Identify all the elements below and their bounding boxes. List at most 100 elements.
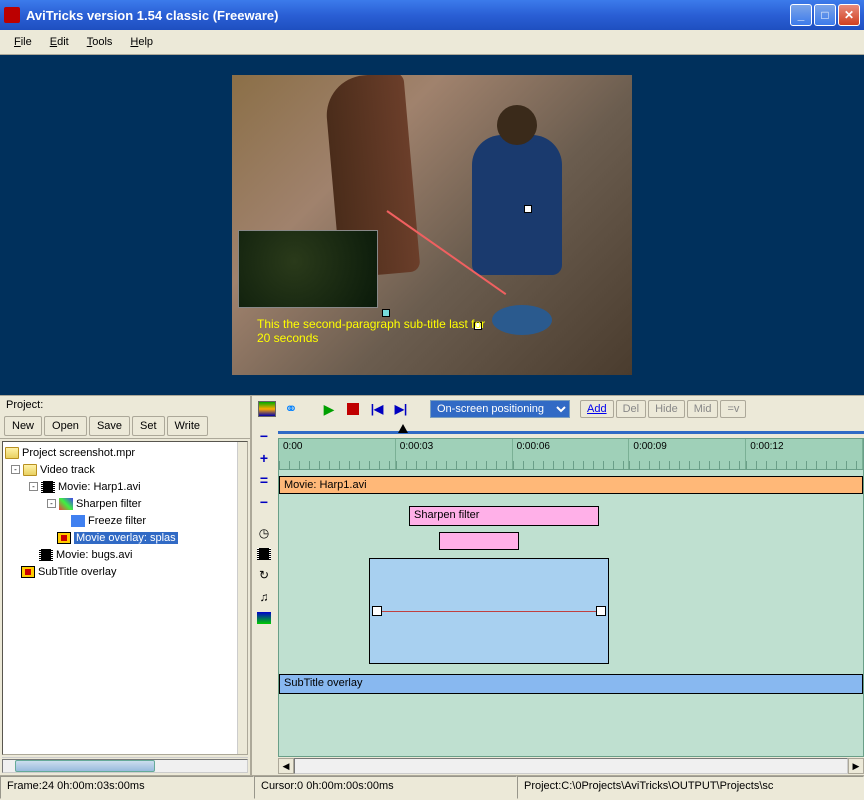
clip-freeze[interactable]	[439, 532, 519, 550]
overlay-icon	[21, 566, 35, 578]
clip-movie[interactable]: Movie: Harp1.avi	[279, 476, 863, 494]
tree-label: Movie overlay: splas	[74, 532, 178, 544]
branch-icon[interactable]: ⚭	[282, 401, 300, 417]
menu-edit[interactable]: Edit	[42, 33, 77, 51]
tree-root[interactable]: Project screenshot.mpr	[5, 444, 245, 461]
time-ruler[interactable]: 0:00 0:00:03 0:00:06 0:00:09 0:00:12	[278, 438, 864, 470]
keyframe-line	[376, 611, 602, 612]
time-tick: 0:00:03	[396, 439, 513, 469]
tree-movie-harp[interactable]: - Movie: Harp1.avi	[5, 478, 245, 495]
next-frame-button[interactable]: ▶|	[392, 401, 410, 417]
menu-tools[interactable]: Tools	[79, 33, 121, 51]
tree-video-track[interactable]: - Video track	[5, 461, 245, 478]
scrollbar-thumb[interactable]	[15, 760, 155, 772]
tree-subtitle[interactable]: SubTitle overlay	[5, 563, 245, 580]
preview-video[interactable]: This the second-paragraph sub-title last…	[232, 75, 632, 375]
zoom-fit-button[interactable]: =	[260, 472, 268, 488]
play-button[interactable]: ▶	[320, 401, 338, 417]
write-button[interactable]: Write	[167, 416, 208, 436]
set-button[interactable]: Set	[132, 416, 165, 436]
playhead-ruler[interactable]	[278, 428, 864, 438]
time-tick: 0:00:09	[629, 439, 746, 469]
project-label: Project:	[0, 396, 250, 414]
refresh-icon[interactable]: ↻	[256, 568, 272, 582]
film-icon	[41, 481, 55, 493]
time-tick: 0:00	[279, 439, 396, 469]
clock-icon[interactable]: ◷	[256, 526, 272, 540]
mode-select[interactable]: On-screen positioning	[430, 400, 570, 418]
track-type-icons: ◷ ↻ ♫	[254, 526, 274, 624]
statusbar: Frame:24 0h:00m:03s:00ms Cursor:0 0h:00m…	[0, 775, 864, 799]
open-button[interactable]: Open	[44, 416, 87, 436]
minimize-button[interactable]: _	[790, 4, 812, 26]
tree-label: Movie: Harp1.avi	[58, 481, 141, 493]
scrollbar-track[interactable]	[294, 758, 848, 774]
project-panel: Project: New Open Save Set Write Project…	[0, 396, 252, 775]
tree-label: Project screenshot.mpr	[22, 447, 135, 459]
tree-hscroll[interactable]	[2, 757, 248, 773]
video-content	[492, 305, 552, 335]
tree-movie-bugs[interactable]: Movie: bugs.avi	[5, 546, 245, 563]
menu-file[interactable]: File	[6, 33, 40, 51]
position-handle[interactable]	[382, 309, 390, 317]
zoom-out-button[interactable]: −	[260, 428, 268, 444]
tree-expander[interactable]: -	[29, 482, 38, 491]
save-button[interactable]: Save	[89, 416, 130, 436]
overlay-pip[interactable]	[238, 230, 378, 308]
folder-open-icon	[23, 464, 37, 476]
del-button: Del	[616, 400, 647, 418]
app-icon	[4, 7, 20, 23]
film-icon	[39, 549, 53, 561]
clip-handle-right[interactable]	[596, 606, 606, 616]
menubar: File Edit Tools Help	[0, 30, 864, 55]
maximize-button[interactable]: □	[814, 4, 836, 26]
add-button[interactable]: Add	[580, 400, 614, 418]
clip-sharpen[interactable]: Sharpen filter	[409, 506, 599, 526]
position-handle[interactable]	[524, 205, 532, 213]
menu-help[interactable]: Help	[122, 33, 161, 51]
tree-expander[interactable]: -	[11, 465, 20, 474]
tree-movie-overlay[interactable]: Movie overlay: splas	[5, 529, 245, 546]
stop-button[interactable]	[344, 401, 362, 417]
scroll-right-button[interactable]: ▶	[848, 758, 864, 774]
window-title: AviTricks version 1.54 classic (Freeware…	[26, 8, 790, 23]
video-track-icon[interactable]	[257, 548, 271, 560]
filter-icon	[59, 498, 73, 510]
clip-subtitle[interactable]: SubTitle overlay	[279, 674, 863, 694]
zoom-controls: − + = −	[256, 428, 272, 510]
tracks-icon[interactable]	[258, 401, 276, 417]
tree-sharpen[interactable]: - Sharpen filter	[5, 495, 245, 512]
audio-track-icon[interactable]: ♫	[256, 590, 272, 604]
project-tree: Project screenshot.mpr - Video track - M…	[2, 441, 248, 755]
timeline-hscroll[interactable]: ◀ ▶	[278, 757, 864, 775]
tree-label: SubTitle overlay	[38, 566, 116, 578]
video-content	[472, 135, 562, 275]
tracks-area[interactable]: Movie: Harp1.avi Sharpen filter SubTitle…	[278, 470, 864, 757]
close-button[interactable]: ✕	[838, 4, 860, 26]
zoom-in-button[interactable]: +	[260, 450, 268, 466]
playhead-marker[interactable]	[398, 424, 408, 433]
subtitle-overlay-text: This the second-paragraph sub-title last…	[257, 317, 485, 345]
time-tick: 0:00:12	[746, 439, 863, 469]
tree-label: Sharpen filter	[76, 498, 141, 510]
freeze-icon	[71, 515, 85, 527]
ev-button: =v	[720, 400, 746, 418]
clip-handle-left[interactable]	[372, 606, 382, 616]
status-frame: Frame:24 0h:00m:03s:00ms	[0, 776, 254, 799]
tree-label: Movie: bugs.avi	[56, 549, 132, 561]
prev-frame-button[interactable]: |◀	[368, 401, 386, 417]
timeline-toolbar: ⚭ ▶ |◀ ▶| On-screen positioning Add Del …	[252, 396, 864, 422]
tree-expander[interactable]: -	[47, 499, 56, 508]
status-project-path: Project:C:\0Projects\AviTricks\OUTPUT\Pr…	[517, 776, 864, 799]
scroll-left-button[interactable]: ◀	[278, 758, 294, 774]
tree-vscroll[interactable]	[237, 442, 247, 754]
clip-overlay[interactable]	[369, 558, 609, 664]
color-track-icon[interactable]	[257, 612, 271, 624]
new-button[interactable]: New	[4, 416, 42, 436]
time-tick: 0:00:06	[513, 439, 630, 469]
tree-label: Video track	[40, 464, 95, 476]
tree-freeze[interactable]: Freeze filter	[5, 512, 245, 529]
status-cursor: Cursor:0 0h:00m:00s:00ms	[254, 776, 517, 799]
titlebar: AviTricks version 1.54 classic (Freeware…	[0, 0, 864, 30]
zoom-reset-button[interactable]: −	[260, 494, 268, 510]
